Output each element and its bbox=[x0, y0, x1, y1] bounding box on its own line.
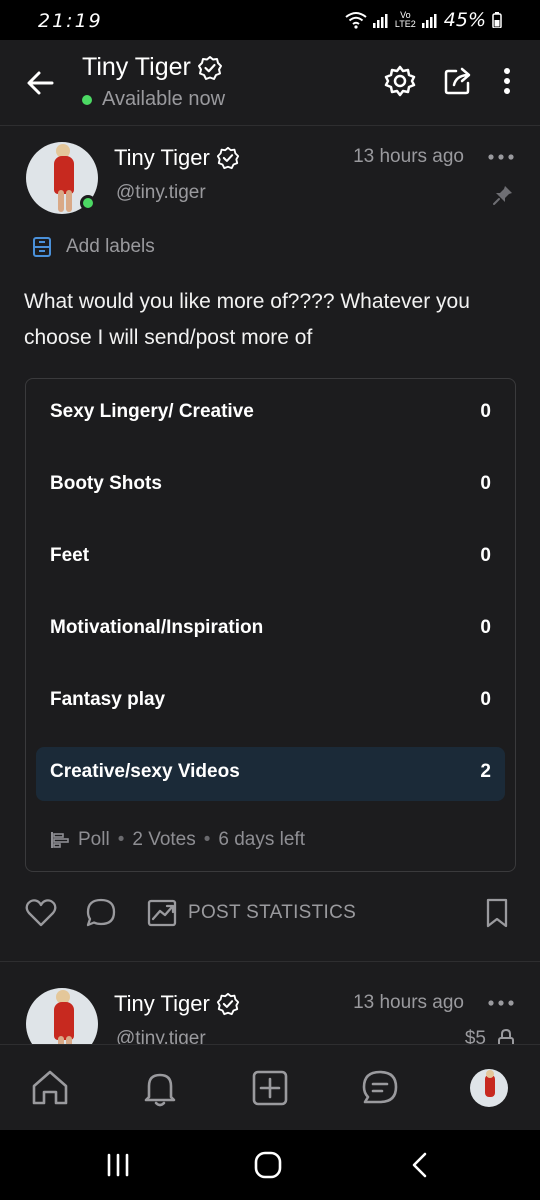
poll-option-count: 0 bbox=[480, 473, 491, 494]
poll-option-count: 0 bbox=[480, 689, 491, 710]
status-bar: 21:19 Vo LTE2 45% bbox=[0, 0, 540, 40]
feed[interactable]: Tiny Tiger @tiny.tiger 13 hours ago Add … bbox=[0, 126, 540, 1044]
poll-option-count: 0 bbox=[480, 545, 491, 566]
comment-icon[interactable] bbox=[84, 896, 118, 930]
more-horizontal-icon[interactable] bbox=[488, 152, 514, 162]
post-author[interactable]: Tiny Tiger bbox=[114, 145, 240, 171]
add-labels-button[interactable]: Add labels bbox=[32, 236, 155, 258]
poll-type: Poll bbox=[78, 829, 110, 850]
add-post-icon[interactable] bbox=[249, 1067, 291, 1109]
poll-option[interactable]: Sexy Lingery/ Creative 0 bbox=[36, 387, 505, 441]
heart-icon[interactable] bbox=[24, 896, 58, 930]
post-price: $5 bbox=[464, 1028, 486, 1044]
poll-option[interactable]: Feet 0 bbox=[36, 531, 505, 585]
back-arrow-icon[interactable] bbox=[22, 65, 58, 101]
poll-option-label: Feet bbox=[50, 545, 90, 566]
divider bbox=[0, 961, 540, 962]
poll-option-count: 2 bbox=[480, 761, 491, 782]
gear-icon[interactable] bbox=[382, 63, 418, 99]
lte-indicator: Vo LTE2 bbox=[394, 10, 416, 29]
post-author-name: Tiny Tiger bbox=[114, 991, 210, 1016]
poll-option-count: 0 bbox=[480, 617, 491, 638]
more-horizontal-icon[interactable] bbox=[488, 998, 514, 1008]
post-author[interactable]: Tiny Tiger bbox=[114, 991, 240, 1017]
poll-option-count: 0 bbox=[480, 401, 491, 422]
poll-option[interactable]: Booty Shots 0 bbox=[36, 459, 505, 513]
post-card: Tiny Tiger @tiny.tiger 13 hours ago $5 bbox=[0, 972, 540, 1044]
avatar[interactable] bbox=[26, 988, 98, 1044]
post-actions: POST STATISTICS bbox=[0, 896, 540, 936]
statistics-icon[interactable] bbox=[146, 896, 180, 930]
poll-option-label: Motivational/Inspiration bbox=[50, 617, 264, 638]
poll-option-label: Sexy Lingery/ Creative bbox=[50, 401, 254, 422]
recent-apps-icon[interactable] bbox=[103, 1150, 133, 1180]
poll-option-label: Booty Shots bbox=[50, 473, 162, 494]
bell-icon[interactable] bbox=[139, 1067, 181, 1109]
verified-icon bbox=[216, 992, 239, 1016]
post-text: What would you like more of???? Whatever… bbox=[24, 290, 470, 349]
poll-option-label: Creative/sexy Videos bbox=[50, 761, 240, 782]
pin-icon[interactable] bbox=[492, 184, 514, 206]
post-statistics-button[interactable]: POST STATISTICS bbox=[188, 902, 356, 924]
separator-dot: • bbox=[203, 829, 211, 850]
messages-icon[interactable] bbox=[359, 1067, 401, 1109]
post-timestamp: 13 hours ago bbox=[353, 992, 464, 1013]
poll-votes: 2 Votes bbox=[132, 829, 196, 850]
separator-dot: • bbox=[117, 829, 125, 850]
lock-icon bbox=[498, 1028, 514, 1044]
poll-footer: Poll • 2 Votes • 6 days left bbox=[50, 829, 305, 851]
poll-option-selected[interactable]: Creative/sexy Videos 2 bbox=[36, 747, 505, 801]
poll: Sexy Lingery/ Creative 0 Booty Shots 0 F… bbox=[25, 378, 516, 872]
home-icon[interactable] bbox=[29, 1067, 71, 1109]
add-labels-text: Add labels bbox=[66, 236, 155, 257]
header-title[interactable]: Tiny Tiger bbox=[82, 53, 223, 82]
wifi-icon bbox=[345, 12, 367, 29]
label-icon bbox=[33, 237, 51, 257]
verified-icon bbox=[197, 55, 222, 80]
status-time: 21:19 bbox=[38, 10, 103, 32]
app-header: Tiny Tiger Available now bbox=[0, 40, 540, 126]
post-author-name: Tiny Tiger bbox=[114, 145, 210, 170]
availability-text: Available now bbox=[102, 88, 226, 110]
poll-option-label: Fantasy play bbox=[50, 689, 166, 710]
share-icon[interactable] bbox=[440, 63, 476, 99]
header-title-text: Tiny Tiger bbox=[82, 53, 191, 81]
online-indicator bbox=[80, 195, 96, 211]
profile-avatar[interactable] bbox=[470, 1069, 508, 1107]
signal-icon-2 bbox=[421, 14, 437, 28]
bookmark-icon[interactable] bbox=[480, 896, 514, 930]
verified-icon bbox=[216, 146, 239, 170]
poll-time-left: 6 days left bbox=[218, 829, 305, 850]
more-vertical-icon[interactable] bbox=[490, 63, 524, 99]
signal-icon bbox=[372, 14, 388, 28]
battery-icon bbox=[492, 12, 502, 28]
poll-option[interactable]: Fantasy play 0 bbox=[36, 675, 505, 729]
post-timestamp: 13 hours ago bbox=[353, 146, 464, 167]
post-handle[interactable]: @tiny.tiger bbox=[116, 182, 206, 204]
status-icons: Vo LTE2 45% bbox=[345, 9, 502, 31]
online-indicator bbox=[82, 94, 92, 105]
availability-status: Available now bbox=[82, 88, 225, 111]
back-button-icon[interactable] bbox=[405, 1150, 435, 1180]
bottom-nav bbox=[0, 1044, 540, 1130]
home-button-icon[interactable] bbox=[253, 1150, 283, 1180]
poll-option[interactable]: Motivational/Inspiration 0 bbox=[36, 603, 505, 657]
system-nav bbox=[0, 1130, 540, 1200]
post-card: Tiny Tiger @tiny.tiger 13 hours ago Add … bbox=[0, 126, 540, 962]
poll-icon bbox=[51, 832, 69, 848]
battery-percent: 45% bbox=[443, 9, 486, 31]
post-handle[interactable]: @tiny.tiger bbox=[116, 1028, 206, 1044]
